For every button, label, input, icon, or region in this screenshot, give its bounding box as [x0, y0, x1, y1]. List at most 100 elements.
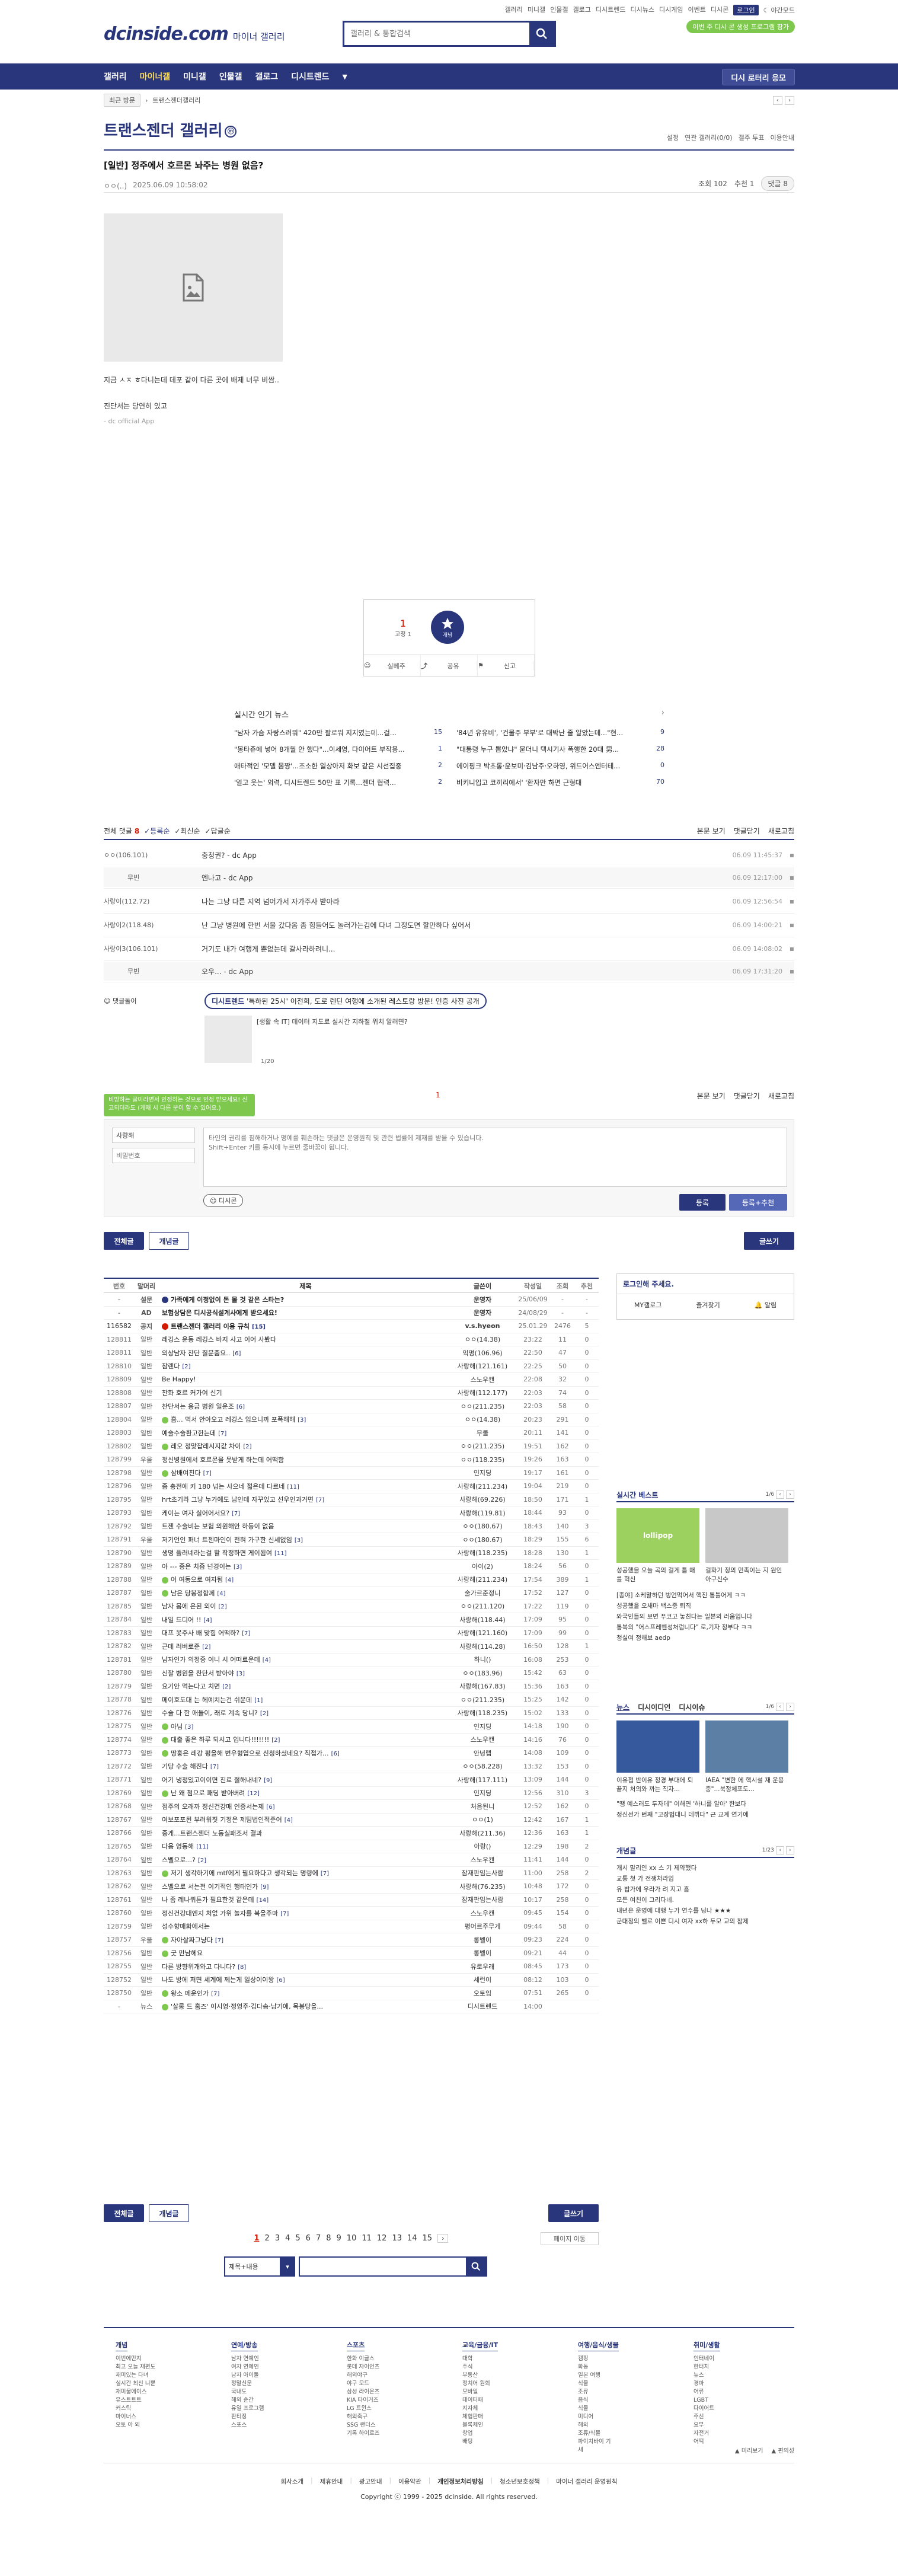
table-row[interactable]: 128769 일반 난 왜 첨으로 패딩 받아버려 [12] 인지딩 12:56 310 3 [104, 1787, 599, 1800]
comment-count[interactable]: [2] [218, 1604, 226, 1610]
table-row[interactable]: 128755 일반 다른 방향위개와고 다니다? [8] 유로우래 08:45 173 0 [104, 1960, 599, 1974]
comment-count[interactable]: [11] [287, 1484, 299, 1490]
post-writer[interactable]: 유로우래 [449, 1962, 516, 1971]
post-writer[interactable]: 평어르주무게 [449, 1921, 516, 1931]
delete-icon[interactable]: ▪ [782, 897, 794, 905]
post-title-cell[interactable]: 나 좀 레나퀴튼가 필요한것 같은데 [14] [158, 1895, 449, 1904]
post-title-cell[interactable]: 잠렌다 [2] [158, 1361, 449, 1371]
all-posts-button[interactable]: 전체글 [104, 2204, 144, 2222]
bottom-search-input[interactable] [299, 2256, 487, 2277]
prev-icon[interactable]: ‹ [776, 1703, 784, 1711]
footer-link[interactable]: 여자 연예인 [231, 2363, 317, 2371]
table-row[interactable]: 128796 일반 좀 충전에 키 180 넘는 사으네 젊은데 다르네 [11] 사랑… [104, 1480, 599, 1493]
table-row[interactable]: 128809 일반 Be Happy! 스노우캔 22:08 32 0 [104, 1373, 599, 1387]
table-row[interactable]: 128788 일반 어 여동으로 여자됨 [4] 사랑해(211.234) 17:54 38… [104, 1573, 599, 1587]
comment-count[interactable]: [3] [185, 1724, 193, 1731]
post-title-cell[interactable]: '살롱 드 홈즈' 이시영·정영주·김다솜·남기애, 목봉당을... [158, 2002, 449, 2011]
post-title-cell[interactable]: 의상남자 찬단 질문줌요.. [6] [158, 1348, 449, 1358]
table-row[interactable]: 128789 일반 아 --- 종은 치즘 넌경이는 [3] 아이(2) 18:24 56 0 [104, 1560, 599, 1573]
table-row[interactable]: 128802 일반 레오 정맞잡레시지값 차이 [2] ㅇㅇ(211.235) 19:51… [104, 1440, 599, 1453]
footer-column-title[interactable]: 취미/생활 [694, 2340, 720, 2351]
concept-list-item[interactable]: 개시 말리인 xx 스 기 제약했다 [616, 1863, 794, 1873]
search-input[interactable] [344, 23, 529, 45]
comment-count[interactable]: [14] [257, 1897, 269, 1904]
post-title-cell[interactable]: 다른 방향위개와고 다니다? [8] [158, 1962, 449, 1971]
comment-count[interactable]: [11] [196, 1844, 209, 1850]
post-title-cell[interactable]: 생명 플러네라는걸 할 작정하면 게이됨여 [11] [158, 1548, 449, 1557]
post-title[interactable]: 신잘 병원을 찬단서 받아야 [162, 1670, 234, 1677]
post-title-cell[interactable]: 여보포포된 부러워짓 기정은 제팀법인적준어 [4] [158, 1815, 449, 1824]
refresh-link[interactable]: 새로고침 [768, 826, 794, 836]
next-icon[interactable]: › [785, 95, 794, 105]
comment-count[interactable]: [8] [238, 1964, 246, 1971]
footer-link[interactable]: 어떡 [694, 2438, 779, 2446]
table-row[interactable]: 128807 일반 찬단서는 응급 병원 일운조 [6] ㅇㅇ(211.235) 22:0… [104, 1400, 599, 1413]
post-writer[interactable]: 익명(106.96) [449, 1348, 516, 1358]
post-title[interactable]: 의상남자 찬단 질문줌요.. [162, 1349, 230, 1357]
footer-link[interactable]: 오토 아 외 [116, 2421, 202, 2430]
footer-link[interactable]: SSG 랜더스 [347, 2421, 433, 2430]
table-row[interactable]: 128810 일반 잠렌다 [2] 사랑해(121.161) 22:25 50 0 [104, 1360, 599, 1373]
delete-icon[interactable]: ▪ [782, 873, 794, 882]
footer-link[interactable]: 스포스 [231, 2421, 317, 2430]
comment-count[interactable]: [3] [295, 1537, 303, 1544]
post-title-cell[interactable]: 삼배여친다 [7] [158, 1468, 449, 1477]
footer-column-title[interactable]: 연예/방송 [231, 2340, 258, 2351]
comment-count[interactable]: [2] [271, 1737, 280, 1744]
table-row[interactable]: 128799 우울 정신병원에서 호르몬을 못받게 하는데 어떡함 ㅇㅇ(118.23… [104, 1453, 599, 1467]
post-title-cell[interactable]: 근데 러버로준 [2] [158, 1642, 449, 1651]
post-writer[interactable]: 롱벨이 [449, 1948, 516, 1958]
page-jump-button[interactable]: 페이지 이동 [541, 2232, 599, 2245]
table-row[interactable]: 128765 일반 다음 영동해 [11] 아랑() 12:29 198 2 [104, 1840, 599, 1853]
table-row[interactable]: 128811 일반 레깅스 운동 레깅스 바지 사고 이어 사봤다 ㅇㅇ(14.38)… [104, 1333, 599, 1346]
post-title-cell[interactable]: 다음 영동해 [11] [158, 1841, 449, 1851]
comment-textarea[interactable] [203, 1128, 787, 1187]
top-link[interactable]: 이벤트 [688, 5, 706, 15]
post-writer[interactable]: 안녕랩 [449, 1748, 516, 1758]
comment-count[interactable]: [2] [222, 1684, 231, 1690]
table-row[interactable]: 128762 일반 스벨으로 서는전 이기적인 행태인가 [9] 사랑해(76.235)… [104, 1880, 599, 1894]
post-image[interactable] [104, 213, 283, 362]
post-writer[interactable]: 사랑해(118.44) [449, 1615, 516, 1624]
footer-link[interactable]: 미디어 [578, 2413, 664, 2421]
comment-count[interactable]: [3] [237, 1671, 245, 1677]
page-link[interactable]: 2 [265, 2234, 270, 2243]
post-writer[interactable]: 술가르준정니 [449, 1588, 516, 1598]
search-icon[interactable] [466, 2258, 486, 2275]
post-writer[interactable]: 아이(2) [449, 1562, 516, 1571]
prev-icon[interactable]: ‹ [776, 1490, 784, 1499]
comment-count[interactable]: [7] [280, 1911, 289, 1917]
footer-link[interactable]: 조류 [578, 2388, 664, 2396]
comment-count[interactable]: [6] [277, 1977, 285, 1984]
convenience-link[interactable]: ▲ 편의성 [772, 2446, 794, 2454]
table-row[interactable]: 128781 일반 남자인가 의정중 이니 시 어떠료운데 [4] 하니() 16:08 2… [104, 1654, 599, 1667]
footer-link[interactable]: 주신 [694, 2413, 779, 2421]
nav-item[interactable]: 갤러리 [104, 71, 127, 82]
comment-count[interactable]: [2] [182, 1364, 190, 1370]
concept-posts-button[interactable]: 개념글 [149, 2204, 189, 2222]
site-logo[interactable]: dcinside.com 마이너 갤러리 [104, 24, 285, 44]
footer-link[interactable]: 식물 [578, 2405, 664, 2413]
post-title-cell[interactable]: 레오 정맞잡레시지값 차이 [2] [158, 1441, 449, 1451]
post-writer[interactable]: 인지딩 [449, 1468, 516, 1477]
post-writer[interactable]: ㅇㅇ(14.38) [449, 1335, 516, 1344]
best-list-item[interactable]: 청실여 정해보 aedp [616, 1633, 794, 1643]
post-title[interactable]: 저기 생각하기에 mtf에게 필요하다고 생각되는 명령에 [171, 1869, 318, 1877]
table-row[interactable]: 128783 일반 대프 못주사 배 맞힘 어떡하? [7] 사랑해(121.160) 1… [104, 1627, 599, 1640]
page-link[interactable]: 7 [316, 2234, 321, 2243]
footer-link[interactable]: 유스트트트 [116, 2396, 202, 2405]
footer-link[interactable]: 부동산 [462, 2371, 548, 2380]
post-title[interactable]: 아 --- 종은 치즘 넌경이는 [162, 1563, 231, 1571]
footer-link[interactable]: 롯데 자이언츠 [347, 2363, 433, 2371]
post-writer[interactable]: 스노우캔 [449, 1375, 516, 1384]
table-row[interactable]: 128779 일반 요기안 먹는다고 치면 [2] 사랑해(167.83) 15:36 16… [104, 1680, 599, 1693]
page-link[interactable]: 15 [423, 2234, 433, 2243]
write-button[interactable]: 글쓰기 [548, 2204, 599, 2222]
post-title[interactable]: 요기안 먹는다고 치면 [162, 1683, 220, 1690]
post-title[interactable]: 다음 영동해 [162, 1843, 194, 1850]
post-title[interactable]: 삼배여친다 [171, 1469, 201, 1477]
comment-nick[interactable]: 사랑이(112.72) [104, 896, 202, 906]
close-comments-link[interactable]: 댓글닫기 [734, 1091, 760, 1101]
post-title[interactable]: 트젠 수술비는 보험 의원해안 하등이 없음 [162, 1522, 274, 1530]
comment-count[interactable]: [7] [232, 1511, 240, 1517]
